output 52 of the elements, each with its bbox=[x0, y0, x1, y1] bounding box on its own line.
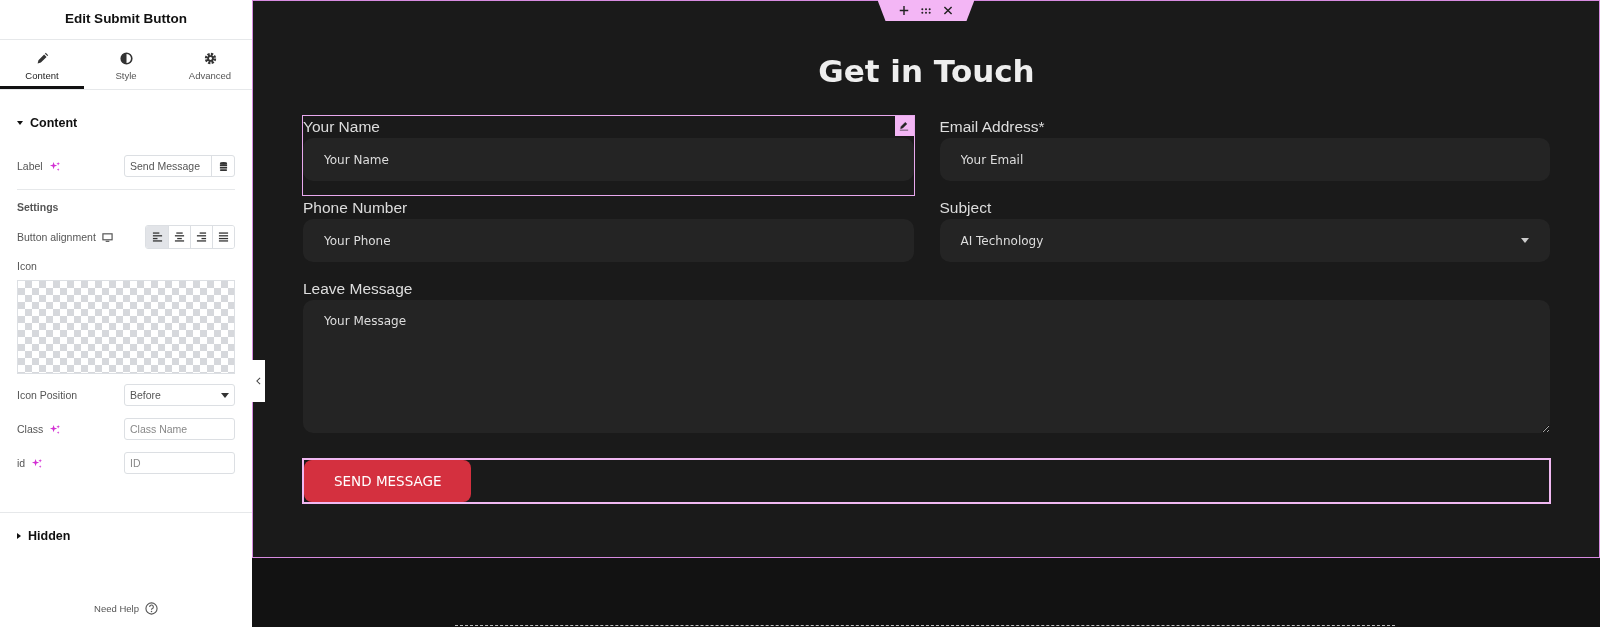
desktop-icon bbox=[101, 231, 113, 243]
add-icon[interactable] bbox=[899, 6, 909, 15]
control-label: Icon bbox=[17, 259, 38, 274]
close-icon[interactable] bbox=[943, 6, 953, 15]
align-justify-button[interactable] bbox=[212, 226, 234, 248]
id-input[interactable]: ID bbox=[124, 452, 235, 474]
align-right-icon bbox=[196, 232, 207, 242]
sparkle-icon bbox=[48, 160, 60, 172]
chevron-left-icon bbox=[256, 377, 261, 385]
section-toggle[interactable]: Content bbox=[17, 113, 78, 133]
send-message-button[interactable]: SEND MESSAGE bbox=[304, 460, 472, 502]
control-label: Button alignment bbox=[17, 231, 96, 243]
panel-tab[interactable]: Content bbox=[0, 40, 84, 89]
text-field[interactable]: Your Email bbox=[939, 138, 1550, 181]
field-label: Subject bbox=[939, 198, 992, 218]
subject-select[interactable]: AI Technology bbox=[939, 219, 1550, 262]
sparkle-icon bbox=[31, 457, 43, 469]
form-heading: Get in Touch bbox=[818, 53, 1035, 91]
pencil-icon bbox=[35, 51, 49, 65]
icon-position-select[interactable]: Before bbox=[124, 384, 235, 406]
help-link[interactable]: Need Help bbox=[94, 603, 139, 614]
control-label: Class bbox=[17, 423, 44, 435]
caret-icon bbox=[1521, 238, 1529, 243]
panel-tab[interactable]: Style bbox=[84, 40, 168, 89]
field-label: Leave Message bbox=[303, 279, 413, 299]
align-justify-icon bbox=[218, 232, 229, 242]
field-label: Email Address* bbox=[939, 117, 1045, 137]
control-label: Icon Position bbox=[17, 389, 78, 401]
settings-icon bbox=[203, 51, 217, 65]
edit-widget-button[interactable] bbox=[894, 116, 914, 136]
class-input[interactable]: Class Name bbox=[124, 418, 235, 440]
settings-heading: Settings bbox=[17, 200, 60, 215]
control-label: Label bbox=[17, 160, 43, 172]
pencil-icon bbox=[899, 121, 909, 131]
field-label: Your Name bbox=[303, 117, 380, 137]
text-field[interactable]: Your Phone bbox=[303, 219, 914, 262]
align-left-button[interactable] bbox=[146, 226, 168, 248]
section-toggle[interactable]: Hidden bbox=[17, 526, 71, 546]
contrast-icon bbox=[119, 51, 133, 65]
align-center-icon bbox=[174, 232, 185, 242]
help-icon[interactable] bbox=[144, 602, 158, 615]
label-input[interactable]: Send Message bbox=[124, 155, 235, 177]
align-left-icon bbox=[151, 232, 163, 242]
caret-icon bbox=[221, 392, 229, 398]
database-icon bbox=[218, 160, 228, 172]
text-field[interactable]: Your Name bbox=[303, 138, 914, 181]
panel-tab[interactable]: Advanced bbox=[168, 40, 252, 89]
message-field[interactable]: Your Message bbox=[303, 300, 1550, 433]
sparkle-icon bbox=[49, 423, 61, 435]
control-label: id bbox=[17, 457, 26, 469]
field-label: Phone Number bbox=[303, 198, 408, 218]
drag-handle-icon[interactable] bbox=[920, 6, 932, 15]
